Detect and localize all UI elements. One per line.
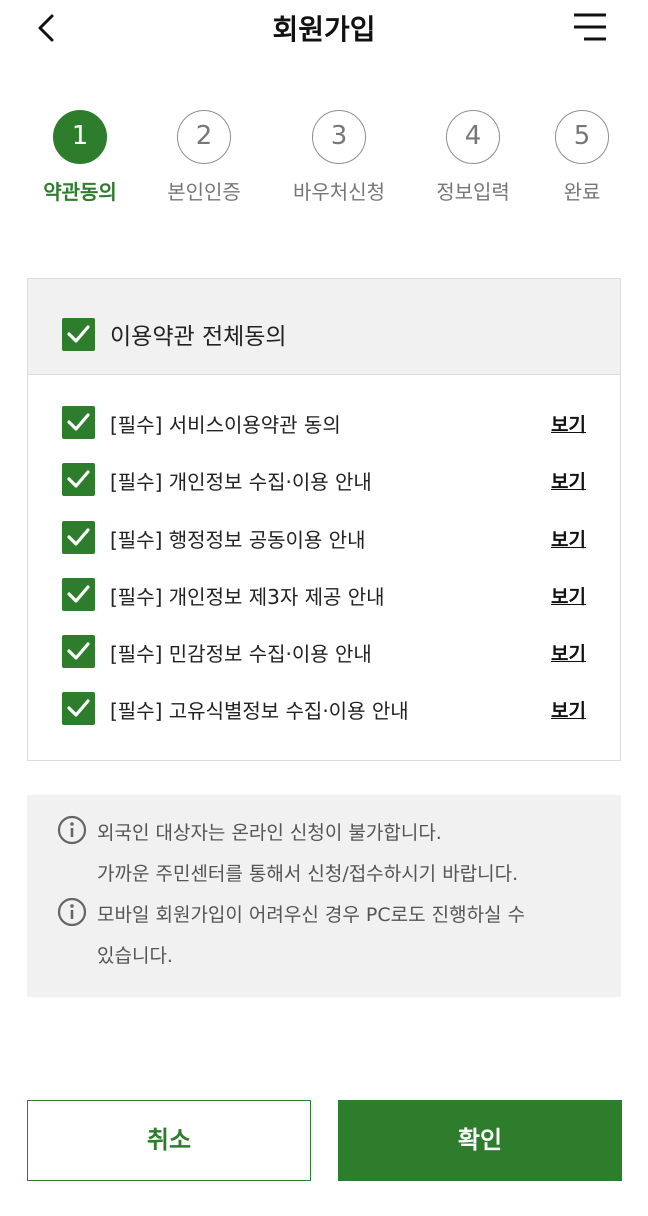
term-checkbox[interactable] (62, 635, 95, 668)
term-row: [필수] 개인정보 수집·이용 안내 보기 (28, 461, 620, 501)
step-label: 바우처신청 (293, 180, 385, 204)
term-label: [필수] 민감정보 수집·이용 안내 (110, 642, 372, 666)
checkmark-icon (67, 642, 90, 660)
step-1: 1 약관동의 (20, 110, 140, 205)
step-number: 1 (53, 110, 107, 164)
checkmark-icon (67, 585, 90, 603)
step-number: 5 (555, 110, 609, 164)
term-row: [필수] 고유식별정보 수집·이용 안내 보기 (28, 690, 620, 730)
agree-all-row: 이용약관 전체동의 (28, 279, 620, 375)
menu-button[interactable] (572, 12, 608, 42)
term-view-link[interactable]: 보기 (551, 582, 586, 609)
term-checkbox[interactable] (62, 463, 95, 496)
term-view-link[interactable]: 보기 (551, 467, 586, 494)
term-row: [필수] 민감정보 수집·이용 안내 보기 (28, 633, 620, 673)
step-number: 4 (446, 110, 500, 164)
info-icon (57, 897, 87, 927)
notice-line: 외국인 대상자는 온라인 신청이 불가합니다. (97, 822, 442, 844)
confirm-button[interactable]: 확인 (338, 1100, 622, 1181)
term-view-link[interactable]: 보기 (551, 639, 586, 666)
app-header: 회원가입 (0, 0, 648, 56)
term-checkbox[interactable] (62, 406, 95, 439)
agree-all-checkbox[interactable] (62, 318, 95, 351)
notice-line: 있습니다. (97, 945, 173, 967)
page-title: 회원가입 (272, 13, 376, 46)
term-label: [필수] 개인정보 수집·이용 안내 (110, 470, 372, 494)
term-label: [필수] 서비스이용약관 동의 (110, 413, 341, 437)
term-row: [필수] 개인정보 제3자 제공 안내 보기 (28, 576, 620, 616)
term-checkbox[interactable] (62, 521, 95, 554)
step-indicator: 1 약관동의 2 본인인증 3 바우처신청 4 정보입력 5 완료 (0, 110, 648, 210)
term-checkbox[interactable] (62, 692, 95, 725)
step-label: 약관동의 (43, 180, 117, 204)
term-label: [필수] 행정정보 공동이용 안내 (110, 528, 366, 552)
info-icon (57, 815, 87, 845)
notice-line: 모바일 회원가입이 어려우신 경우 PC로도 진행하실 수 (97, 904, 526, 926)
step-5: 5 완료 (522, 110, 642, 205)
term-view-link[interactable]: 보기 (551, 696, 586, 723)
cancel-button[interactable]: 취소 (27, 1100, 311, 1181)
agree-all-label: 이용약관 전체동의 (110, 324, 287, 350)
notice-line: 가까운 주민센터를 통해서 신청/접수하시기 바랍니다. (97, 863, 519, 885)
step-number: 2 (177, 110, 231, 164)
checkmark-icon (67, 699, 90, 717)
step-label: 본인인증 (167, 180, 241, 204)
checkmark-icon (67, 413, 90, 431)
step-number: 3 (312, 110, 366, 164)
step-3: 3 바우처신청 (279, 110, 399, 205)
notice-panel: 외국인 대상자는 온라인 신청이 불가합니다. 가까운 주민센터를 통해서 신청… (27, 795, 621, 997)
terms-agreement-panel: 이용약관 전체동의 [필수] 서비스이용약관 동의 보기 [필수] 개인정보 수… (27, 278, 621, 761)
term-checkbox[interactable] (62, 578, 95, 611)
term-row: [필수] 행정정보 공동이용 안내 보기 (28, 519, 620, 559)
checkmark-icon (67, 325, 90, 343)
term-view-link[interactable]: 보기 (551, 525, 586, 552)
hamburger-menu-icon (574, 13, 606, 41)
step-2: 2 본인인증 (144, 110, 264, 205)
term-view-link[interactable]: 보기 (551, 410, 586, 437)
term-row: [필수] 서비스이용약관 동의 보기 (28, 404, 620, 444)
term-label: [필수] 고유식별정보 수집·이용 안내 (110, 699, 409, 723)
step-label: 정보입력 (436, 180, 510, 204)
step-label: 완료 (563, 180, 601, 204)
checkmark-icon (67, 528, 90, 546)
checkmark-icon (67, 470, 90, 488)
notice-text: 외국인 대상자는 온라인 신청이 불가합니다. 가까운 주민센터를 통해서 신청… (97, 813, 518, 895)
term-label: [필수] 개인정보 제3자 제공 안내 (110, 585, 385, 609)
step-4: 4 정보입력 (413, 110, 533, 205)
notice-text: 모바일 회원가입이 어려우신 경우 PC로도 진행하실 수 있습니다. (97, 895, 525, 977)
